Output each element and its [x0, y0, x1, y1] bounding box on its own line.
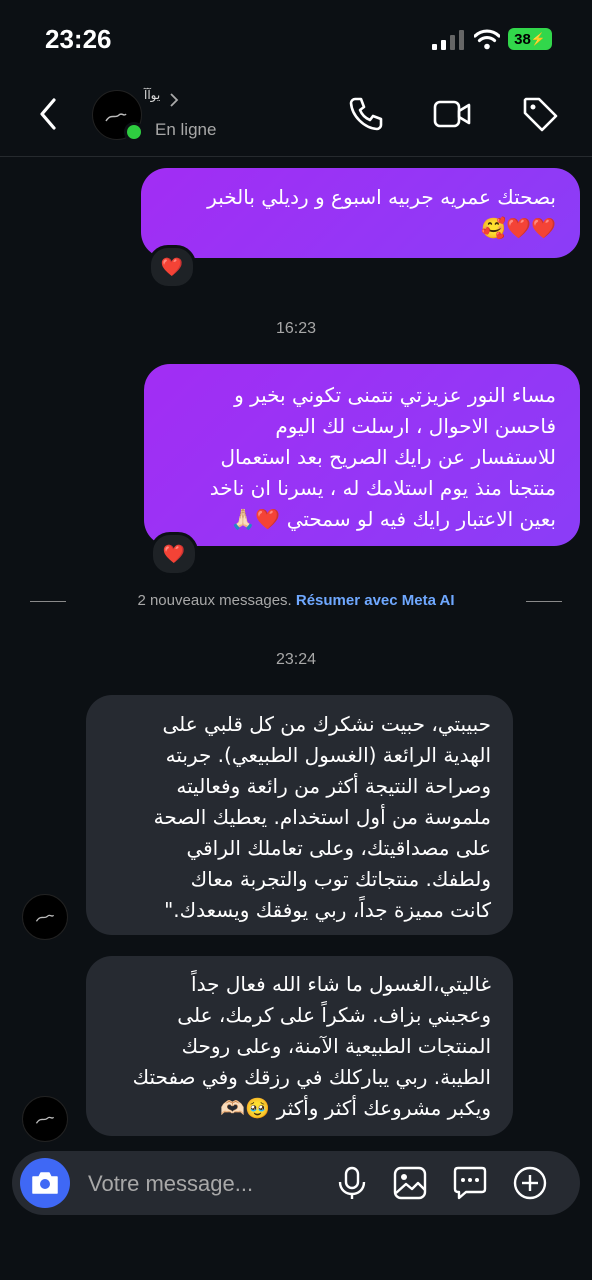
message-input[interactable] — [86, 1163, 330, 1205]
presence-status: En ligne — [155, 120, 217, 139]
message-text: مساء النور عزيزتي نتمنى تكوني بخير و فاح… — [209, 383, 556, 531]
message-composer — [12, 1151, 580, 1215]
back-icon[interactable] — [34, 94, 64, 134]
reaction-badge[interactable]: ❤️ — [148, 245, 196, 289]
timestamp: 16:23 — [275, 320, 317, 337]
sticker-icon[interactable] — [452, 1165, 488, 1201]
tag-icon[interactable] — [520, 94, 560, 134]
divider-line — [526, 601, 562, 602]
message-text: بصحتك عمريه جربيه اسبوع و رديلي بالخبر ❤… — [207, 185, 556, 240]
status-time: 23:26 — [45, 24, 112, 54]
message-text: غاليتي،الغسول ما شاء الله فعال جداً وعجب… — [132, 972, 491, 1120]
online-indicator — [124, 122, 144, 142]
battery-indicator: 38 ⚡ — [508, 28, 552, 50]
chat-header: ﯾﻮآآ En ligne — [0, 80, 592, 157]
message-bubble-incoming[interactable]: غاليتي،الغسول ما شاء الله فعال جداً وعجب… — [86, 956, 513, 1136]
timestamp: 23:24 — [275, 651, 317, 668]
wifi-icon — [474, 29, 500, 50]
chevron-right-icon[interactable] — [168, 92, 180, 108]
avatar-logo-icon — [35, 914, 55, 922]
gallery-icon[interactable] — [392, 1165, 428, 1201]
phone-icon[interactable] — [346, 94, 386, 134]
summarize-meta-ai-link[interactable]: Résumer avec Meta AI — [296, 592, 455, 609]
bolt-icon: ⚡ — [530, 32, 546, 46]
microphone-icon[interactable] — [334, 1165, 370, 1201]
camera-icon — [32, 1172, 58, 1194]
new-messages-banner: 2 nouveaux messages. Résumer avec Meta A… — [0, 592, 592, 609]
reaction-badge[interactable]: ❤️ — [150, 532, 198, 576]
heart-reaction-icon: ❤️ — [160, 256, 184, 278]
plus-icon[interactable] — [512, 1165, 548, 1201]
status-bar: 23:26 38 ⚡ — [0, 0, 592, 80]
contact-avatar[interactable] — [92, 90, 144, 142]
camera-button[interactable] — [20, 1158, 70, 1208]
new-messages-count: 2 nouveaux messages. — [137, 592, 292, 609]
heart-reaction-icon: ❤️ — [162, 543, 186, 565]
message-bubble-incoming[interactable]: حبيبتي، حبيت نشكرك من كل قلبي على الهدية… — [86, 695, 513, 935]
battery-level: 38 — [514, 30, 531, 48]
avatar-logo-icon — [105, 113, 127, 122]
sender-avatar[interactable] — [22, 894, 68, 940]
contact-name[interactable]: ﯾﻮآآ — [144, 88, 160, 102]
signal-icon — [432, 30, 464, 50]
message-text: حبيبتي، حبيت نشكرك من كل قلبي على الهدية… — [153, 712, 491, 922]
avatar-logo-icon — [35, 1116, 55, 1124]
message-bubble-outgoing[interactable]: بصحتك عمريه جربيه اسبوع و رديلي بالخبر ❤… — [141, 168, 580, 258]
video-icon[interactable] — [432, 94, 472, 134]
sender-avatar[interactable] — [22, 1096, 68, 1142]
message-bubble-outgoing[interactable]: مساء النور عزيزتي نتمنى تكوني بخير و فاح… — [144, 364, 580, 546]
